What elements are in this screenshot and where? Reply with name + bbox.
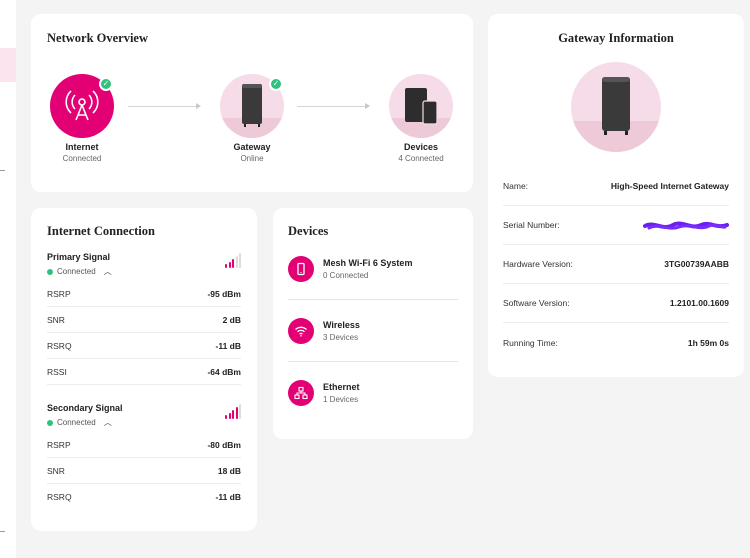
software-version-row: Software Version: 1.2101.00.1609 [503, 284, 729, 323]
devices-icon [405, 88, 438, 125]
status-dot [47, 419, 53, 426]
arrow-right-icon [297, 103, 370, 109]
check-icon: ✓ [269, 77, 283, 91]
sidebar [0, 0, 16, 558]
secondary-signal-header[interactable]: Secondary Signal Connected ︿ [47, 403, 241, 428]
device-count: 3 Devices [323, 332, 359, 342]
device-name: Wireless [323, 319, 360, 330]
device-wireless[interactable]: Wireless 3 Devices [288, 300, 458, 362]
devices-card: Devices Mesh Wi-Fi 6 System 0 Connected … [273, 208, 473, 439]
gateway-status: Online [240, 154, 264, 163]
primary-rssi-row: RSSI -64 dBm [47, 359, 241, 385]
secondary-rsrp-row: RSRP -80 dBm [47, 432, 241, 458]
gateway-label: Gateway [233, 142, 271, 152]
device-ethernet[interactable]: Ethernet 1 Devices [288, 362, 458, 424]
devices-node[interactable]: Devices 4 Connected [381, 74, 461, 163]
secondary-signal-label: Secondary Signal [47, 403, 123, 413]
serial-number-row: Serial Number: [503, 206, 729, 245]
gateway-node[interactable]: ✓ Gateway Online [212, 74, 292, 163]
primary-signal-status: Connected ︿ [47, 266, 241, 277]
running-time-row: Running Time: 1h 59m 0s [503, 337, 729, 348]
primary-signal-header[interactable]: Primary Signal Connected ︿ [47, 252, 241, 277]
gateway-device-icon [602, 77, 630, 135]
internet-status: Connected [62, 154, 102, 163]
wifi-icon [288, 317, 314, 344]
status-dot [47, 268, 53, 275]
device-count: 0 Connected [323, 270, 369, 280]
arrow-right-icon [128, 103, 201, 109]
device-name: Mesh Wi-Fi 6 System [323, 257, 413, 268]
signal-strength-icon [225, 252, 241, 268]
internet-connection-title: Internet Connection [47, 224, 155, 238]
device-mesh-wifi[interactable]: Mesh Wi-Fi 6 System 0 Connected [288, 238, 458, 300]
device-name: Ethernet [323, 382, 360, 392]
network-overview-card: Network Overview ✓ Internet Connected ✓ … [31, 14, 473, 192]
sidebar-active-item[interactable] [0, 48, 16, 82]
secondary-rsrq-row: RSRQ -11 dB [47, 492, 241, 502]
signal-strength-icon [225, 403, 241, 419]
primary-rsrq-row: RSRQ -11 dB [47, 333, 241, 359]
gateway-name-row: Name: High-Speed Internet Gateway [503, 167, 729, 206]
internet-node[interactable]: ✓ Internet Connected [42, 74, 122, 163]
devices-label: Devices [403, 142, 439, 152]
network-overview-title: Network Overview [47, 31, 149, 45]
ethernet-icon [288, 380, 314, 406]
internet-label: Internet [65, 142, 99, 152]
gateway-image [571, 62, 661, 152]
check-icon: ✓ [99, 77, 113, 91]
chevron-up-icon[interactable]: ︿ [104, 417, 112, 428]
devices-status: 4 Connected [398, 154, 444, 163]
primary-snr-row: SNR 2 dB [47, 307, 241, 333]
primary-signal-status-text: Connected [57, 267, 96, 276]
secondary-signal-status: Connected ︿ [47, 417, 241, 428]
secondary-signal-status-text: Connected [57, 418, 96, 427]
secondary-snr-row: SNR 18 dB [47, 458, 241, 484]
phone-icon [288, 255, 314, 282]
chevron-up-icon[interactable]: ︿ [104, 266, 112, 277]
gateway-information-title: Gateway Information [558, 31, 674, 45]
primary-signal-label: Primary Signal [47, 252, 111, 262]
redaction-scribble [643, 219, 729, 231]
devices-circle [389, 74, 453, 138]
internet-connection-card: Internet Connection Primary Signal Conne… [31, 208, 257, 531]
device-count: 1 Devices [323, 395, 359, 404]
devices-title: Devices [288, 224, 329, 238]
hardware-version-row: Hardware Version: 3TG00739AABB [503, 245, 729, 284]
sidebar-divider [0, 170, 5, 171]
gateway-information-card: Gateway Information Name: High-Speed Inte… [488, 14, 744, 377]
primary-rsrp-row: RSRP -95 dBm [47, 281, 241, 307]
sidebar-divider [0, 531, 5, 532]
